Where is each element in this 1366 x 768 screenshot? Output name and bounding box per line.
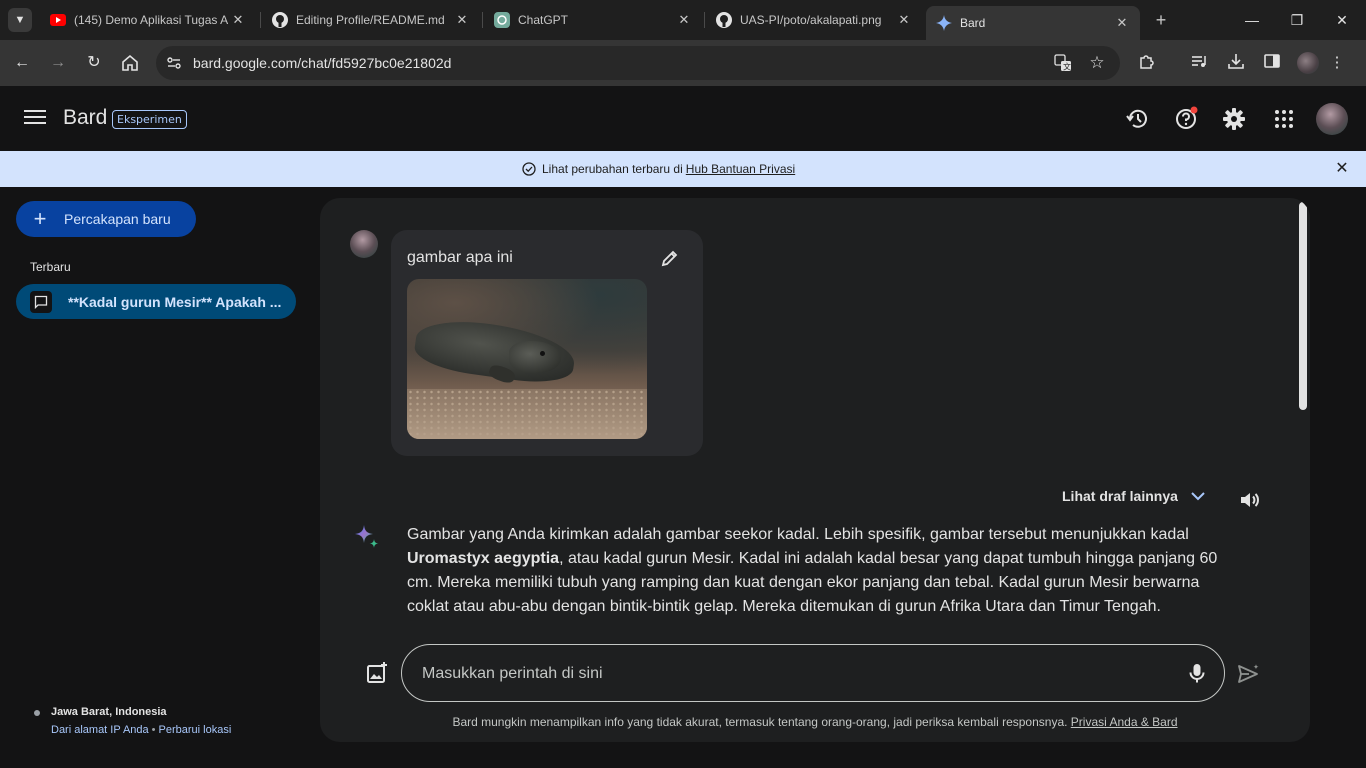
location-place: Jawa Barat, Indonesia [51,706,167,718]
github-icon [716,12,732,28]
microphone-icon[interactable] [1186,662,1208,684]
restore-window-icon[interactable]: ❐ [1285,8,1309,32]
browser-tab-chatgpt[interactable]: ChatGPT ✕ [484,6,702,34]
speaker-icon[interactable] [1238,489,1260,511]
download-icon[interactable] [1225,52,1247,74]
upload-image-icon[interactable] [365,661,389,685]
new-chat-button[interactable]: + Percakapan baru [16,201,196,237]
ip-address-link[interactable]: Dari alamat IP Anda [51,724,149,736]
edit-pencil-icon[interactable] [659,247,681,269]
banner-text: Lihat perubahan terbaru di [542,162,683,176]
prompt-input[interactable] [422,662,1162,686]
help-icon[interactable] [1173,106,1199,132]
check-circle-icon [522,162,536,176]
user-prompt-text: gambar apa ini [407,249,513,266]
main-menu-icon[interactable] [24,106,46,128]
location-separator: • [151,724,156,736]
youtube-icon [50,12,66,28]
browser-tab-github-readme[interactable]: Editing Profile/README.md ✕ [262,6,480,34]
browser-tab-youtube[interactable]: (145) Demo Aplikasi Tugas A ✕ [40,6,256,34]
privacy-hub-link[interactable]: Hub Bantuan Privasi [686,162,795,176]
tab-divider [260,12,261,28]
user-avatar [350,230,378,258]
recent-chat-item[interactable]: **Kadal gurun Mesir** Apakah ... [16,284,296,319]
disclaimer: Bard mungkin menampilkan info yang tidak… [440,715,1190,729]
update-location-link[interactable]: Perbarui lokasi [159,724,232,736]
response-bold-species: Uromastyx aegyptia [407,550,560,567]
app-title: Bard [63,106,108,129]
browser-profile-avatar[interactable] [1297,52,1319,74]
site-info-icon[interactable] [166,55,182,71]
chat-panel: gambar apa ini Lihat draf lainnya Gambar… [320,198,1310,742]
browser-toolbar: ← → ↻ bard.google.com/chat/fd5927bc0e218… [0,40,1366,86]
chatgpt-icon [494,12,510,28]
tab-search-button[interactable]: ▼ [8,8,32,32]
privacy-bard-link[interactable]: Privasi Anda & Bard [1071,715,1178,729]
tab-title: UAS-PI/poto/akalapati.png [740,13,882,27]
new-tab-button[interactable]: + [1150,9,1172,31]
new-chat-label: Percakapan baru [64,211,171,227]
side-panel-icon[interactable] [1261,52,1283,74]
view-drafts-label: Lihat draf lainnya [1062,488,1178,504]
uploaded-lizard-image[interactable] [407,279,647,439]
tab-divider [704,12,705,28]
view-drafts-button[interactable]: Lihat draf lainnya [1062,488,1206,504]
disclaimer-text: Bard mungkin menampilkan info yang tidak… [452,715,1068,729]
privacy-banner: Lihat perubahan terbaru di Hub Bantuan P… [0,151,1366,187]
browser-menu-icon[interactable]: ⋮ [1326,52,1348,74]
close-window-icon[interactable]: ✕ [1330,8,1354,32]
close-tab-icon[interactable]: ✕ [896,12,912,28]
scrollbar-thumb[interactable] [1299,202,1307,410]
history-icon[interactable] [1125,106,1151,132]
bookmark-star-icon[interactable]: ☆ [1088,54,1106,72]
send-icon[interactable] [1237,663,1261,685]
browser-tab-bard[interactable]: Bard ✕ [926,6,1140,40]
extensions-icon[interactable] [1136,52,1158,74]
plus-icon: + [33,206,47,231]
bard-response: Gambar yang Anda kirimkan adalah gambar … [407,523,1237,619]
close-tab-icon[interactable]: ✕ [454,12,470,28]
recent-heading: Terbaru [30,260,71,274]
recent-chat-label: **Kadal gurun Mesir** Apakah ... [68,293,282,310]
home-icon[interactable] [118,51,142,75]
app-header: Bard Eksperimen [0,86,1366,151]
tab-title: Bard [960,16,986,30]
bard-icon [936,15,952,31]
response-text-part1: Gambar yang Anda kirimkan adalah gambar … [407,526,1189,543]
close-banner-icon[interactable]: ✕ [1334,161,1350,177]
apps-grid-icon[interactable] [1271,106,1297,132]
browser-tab-github-uas[interactable]: UAS-PI/poto/akalapati.png ✕ [706,6,922,34]
settings-gear-icon[interactable] [1221,106,1247,132]
media-control-icon[interactable] [1188,52,1210,74]
chevron-down-icon [1191,492,1205,501]
minimize-icon[interactable]: — [1240,8,1264,32]
github-icon [272,12,288,28]
tab-title: ChatGPT [518,13,569,27]
address-bar[interactable]: bard.google.com/chat/fd5927bc0e21802d 文 … [156,46,1120,80]
reload-icon[interactable]: ↻ [82,51,106,75]
url-text: bard.google.com/chat/fd5927bc0e21802d [193,55,452,71]
close-tab-icon[interactable]: ✕ [230,12,246,28]
tab-title: (145) Demo Aplikasi Tugas A [74,13,229,27]
account-avatar[interactable] [1316,103,1348,135]
tab-title: Editing Profile/README.md [296,13,445,27]
svg-text:文: 文 [1063,62,1071,72]
browser-tab-strip: ▼ (145) Demo Aplikasi Tugas A ✕ Editing … [0,0,1366,40]
user-message: gambar apa ini [391,230,703,456]
back-icon[interactable]: ← [10,51,34,75]
forward-icon[interactable]: → [46,51,70,75]
translate-icon[interactable]: 文 [1054,54,1072,72]
prompt-input-container [401,644,1225,702]
tab-divider [482,12,483,28]
location-dot-icon [34,710,40,716]
close-tab-icon[interactable]: ✕ [676,12,692,28]
bard-sparkle-icon [355,525,379,548]
chat-bubble-icon [30,290,52,313]
close-tab-icon[interactable]: ✕ [1114,15,1130,31]
experiment-badge: Eksperimen [112,110,187,129]
